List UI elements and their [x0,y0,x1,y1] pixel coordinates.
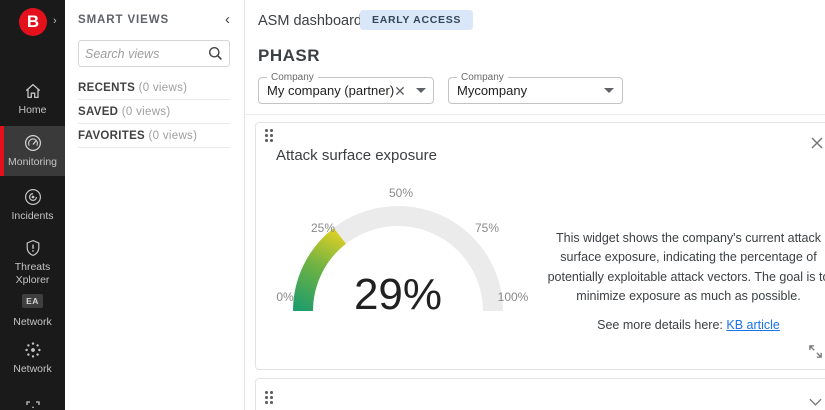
sidebar-item-threats-xplorer[interactable]: Threats Xplorer [0,238,65,286]
gauge-tick-100: 100% [498,290,529,304]
sidebar-item-partial[interactable] [0,398,65,410]
dropdown-arrow-icon[interactable] [415,88,426,93]
widget-description: This widget shows the company's current … [541,229,825,335]
select-label: Company [457,72,508,83]
early-access-chip: EA [22,294,43,308]
brand-logo[interactable]: B [19,8,47,36]
divider [78,123,230,124]
select-value: Mycompany [457,83,528,98]
sidebar-item-home[interactable]: Home [0,81,65,117]
section-count: (0 views) [148,130,198,142]
select-label: Company [267,72,318,83]
close-widget-icon[interactable] [809,135,825,151]
sidebar-item-network-ea[interactable]: EA Network [0,291,65,329]
section-name: FAVORITES [78,130,146,142]
search-icon[interactable] [208,46,223,61]
divider [245,114,825,115]
sidebar-item-label: Network [13,316,52,328]
tab-asm-dashboard: ASM dashboard [258,13,362,29]
smart-views-section-recents[interactable]: RECENTS (0 views) [78,82,230,94]
sidebar-item-label: Threats Xplorer [14,261,51,286]
home-icon [25,83,40,99]
description-text: This widget shows the company's current … [547,231,825,304]
sidebar-item-incidents[interactable]: Incidents [0,187,65,223]
smart-views-section-favorites[interactable]: FAVORITES (0 views) [78,130,230,142]
sidebar-item-label: Monitoring [7,156,58,168]
gauge-tick-75: 75% [475,221,499,235]
monitoring-icon [24,134,41,152]
dropdown-arrow-icon[interactable] [604,88,614,93]
app-window: B › Home Monitoring Incidents Threats Xp… [0,0,825,410]
shield-alert-icon [26,239,39,257]
smart-views-panel: SMART VIEWS ‹ RECENTS (0 views) SAVED (0… [65,0,245,410]
sidebar-item-network[interactable]: Network [0,340,65,376]
widget-title: Attack surface exposure [276,147,437,164]
incidents-icon [24,188,41,206]
smart-views-title: SMART VIEWS [78,14,170,26]
nav-rail: B › Home Monitoring Incidents Threats Xp… [0,0,65,410]
kb-article-link[interactable]: KB article [726,318,780,332]
divider [78,147,230,148]
details-prefix: See more details here: [597,317,727,332]
section-count: (0 views) [121,106,171,118]
sidebar-item-label: Incidents [11,210,54,222]
scan-frame-icon [25,401,40,408]
rail-expand-chevron-icon[interactable]: › [53,15,57,27]
smart-views-section-saved[interactable]: SAVED (0 views) [78,106,230,118]
page-title: PHASR [258,46,321,65]
gauge-tick-25: 25% [311,221,335,235]
drag-handle-icon[interactable] [265,129,273,142]
company-select[interactable]: Company Mycompany [448,72,623,104]
section-name: RECENTS [78,82,136,94]
section-name: SAVED [78,106,119,118]
next-widget-card [255,378,825,410]
sidebar-item-monitoring[interactable]: Monitoring [0,126,65,176]
section-count: (0 views) [138,82,188,94]
collapse-panel-icon[interactable]: ‹ [225,11,230,28]
gauge-tick-0: 0% [276,290,294,304]
expand-widget-icon[interactable] [808,344,823,359]
search-views-input[interactable] [85,46,208,61]
chevron-down-icon[interactable] [808,397,823,407]
exposure-gauge: 0% 25% 50% 75% 100% 29% [263,181,533,319]
divider [78,99,230,100]
select-value: My company (partner) [267,83,395,98]
main-content: ASM dashboard EARLY ACCESS PHASR Company… [245,0,825,410]
clear-selection-icon[interactable]: ✕ [394,84,406,98]
search-views-box [78,40,230,67]
sidebar-item-label: Home [18,104,47,116]
company-select-partner[interactable]: Company My company (partner) ✕ [258,72,434,104]
network-dots-icon [24,342,41,358]
drag-handle-icon[interactable] [265,391,273,404]
gauge-tick-50: 50% [389,186,413,200]
early-access-badge: EARLY ACCESS [360,10,474,30]
gauge-center-value: 29% [354,270,442,313]
sidebar-item-label: Network [13,363,52,375]
attack-surface-widget: Attack surface exposure 0% 25% 50% 75% 1… [255,122,825,370]
